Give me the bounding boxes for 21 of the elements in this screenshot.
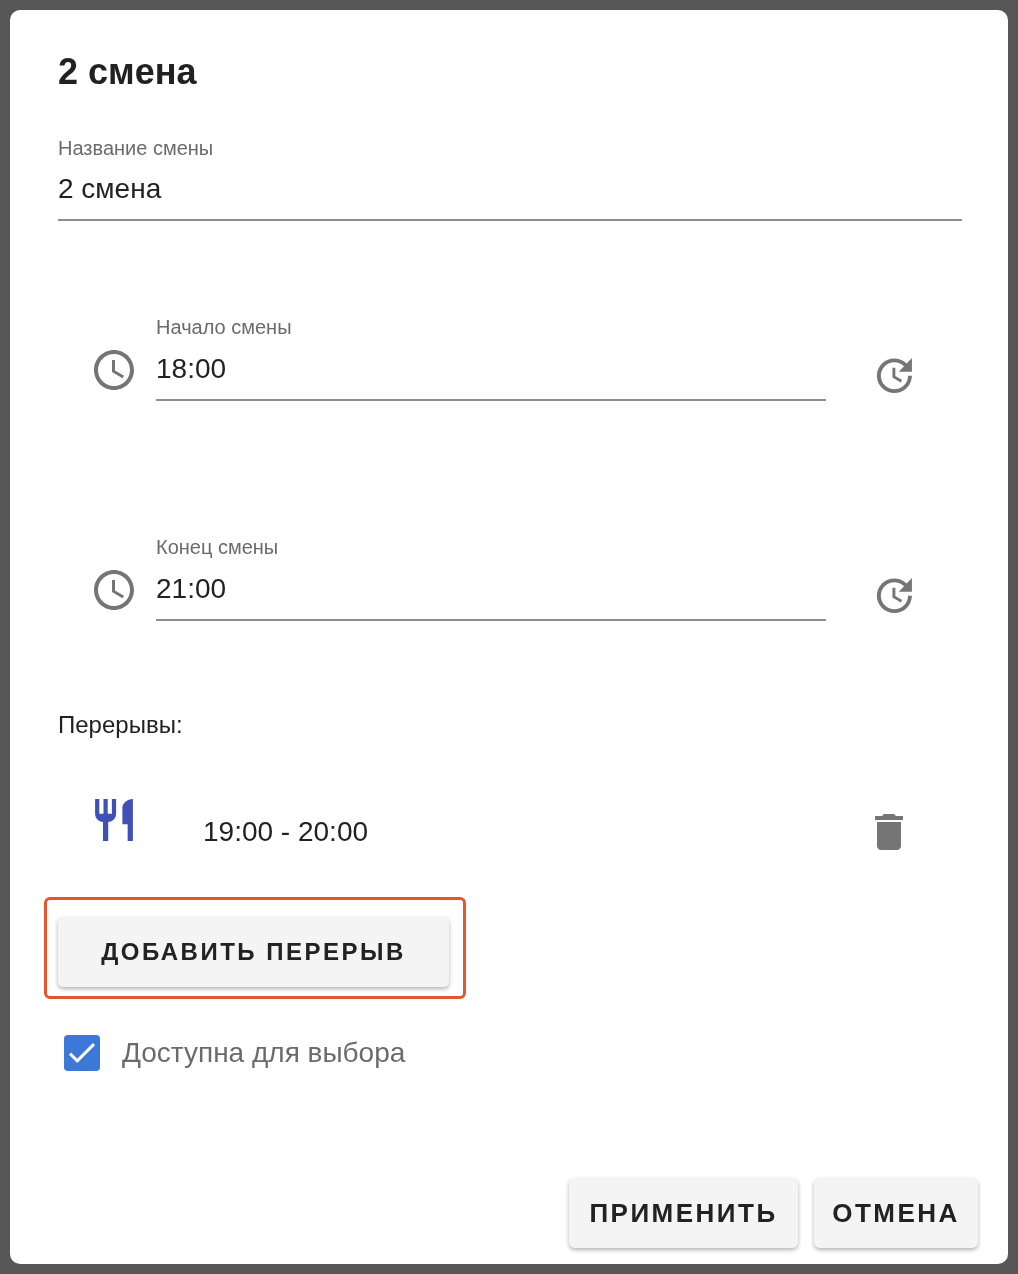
time-field[interactable]: 18:00 [156, 350, 826, 401]
check-icon [69, 1043, 95, 1063]
time-field[interactable]: 21:00 [156, 570, 826, 621]
field-label: Начало смены [156, 315, 292, 339]
add-break-button[interactable]: ДОБАВИТЬ ПЕРЕРЫВ [58, 917, 449, 987]
checkbox[interactable] [64, 1035, 100, 1071]
clock-refresh-icon[interactable] [876, 577, 912, 615]
checkbox-label: Доступна для выбора [122, 1036, 406, 1070]
cancel-button[interactable]: ОТМЕНА [814, 1178, 978, 1248]
field-label: Конец смены [156, 535, 279, 559]
clock-refresh-icon[interactable] [876, 357, 912, 395]
trash-icon[interactable] [875, 814, 903, 850]
clock-icon [94, 570, 134, 610]
field-label: Название смены [58, 136, 214, 160]
apply-button[interactable]: ПРИМЕНИТЬ [569, 1178, 798, 1248]
fork-knife-icon [95, 799, 133, 841]
breaks-heading: Перерывы: [58, 710, 183, 740]
break-time: 19:00 - 20:00 [203, 815, 370, 849]
dialog-title: 2 смена [58, 50, 197, 94]
clock-icon [94, 350, 134, 390]
name-field[interactable]: 2 смена [58, 171, 962, 221]
